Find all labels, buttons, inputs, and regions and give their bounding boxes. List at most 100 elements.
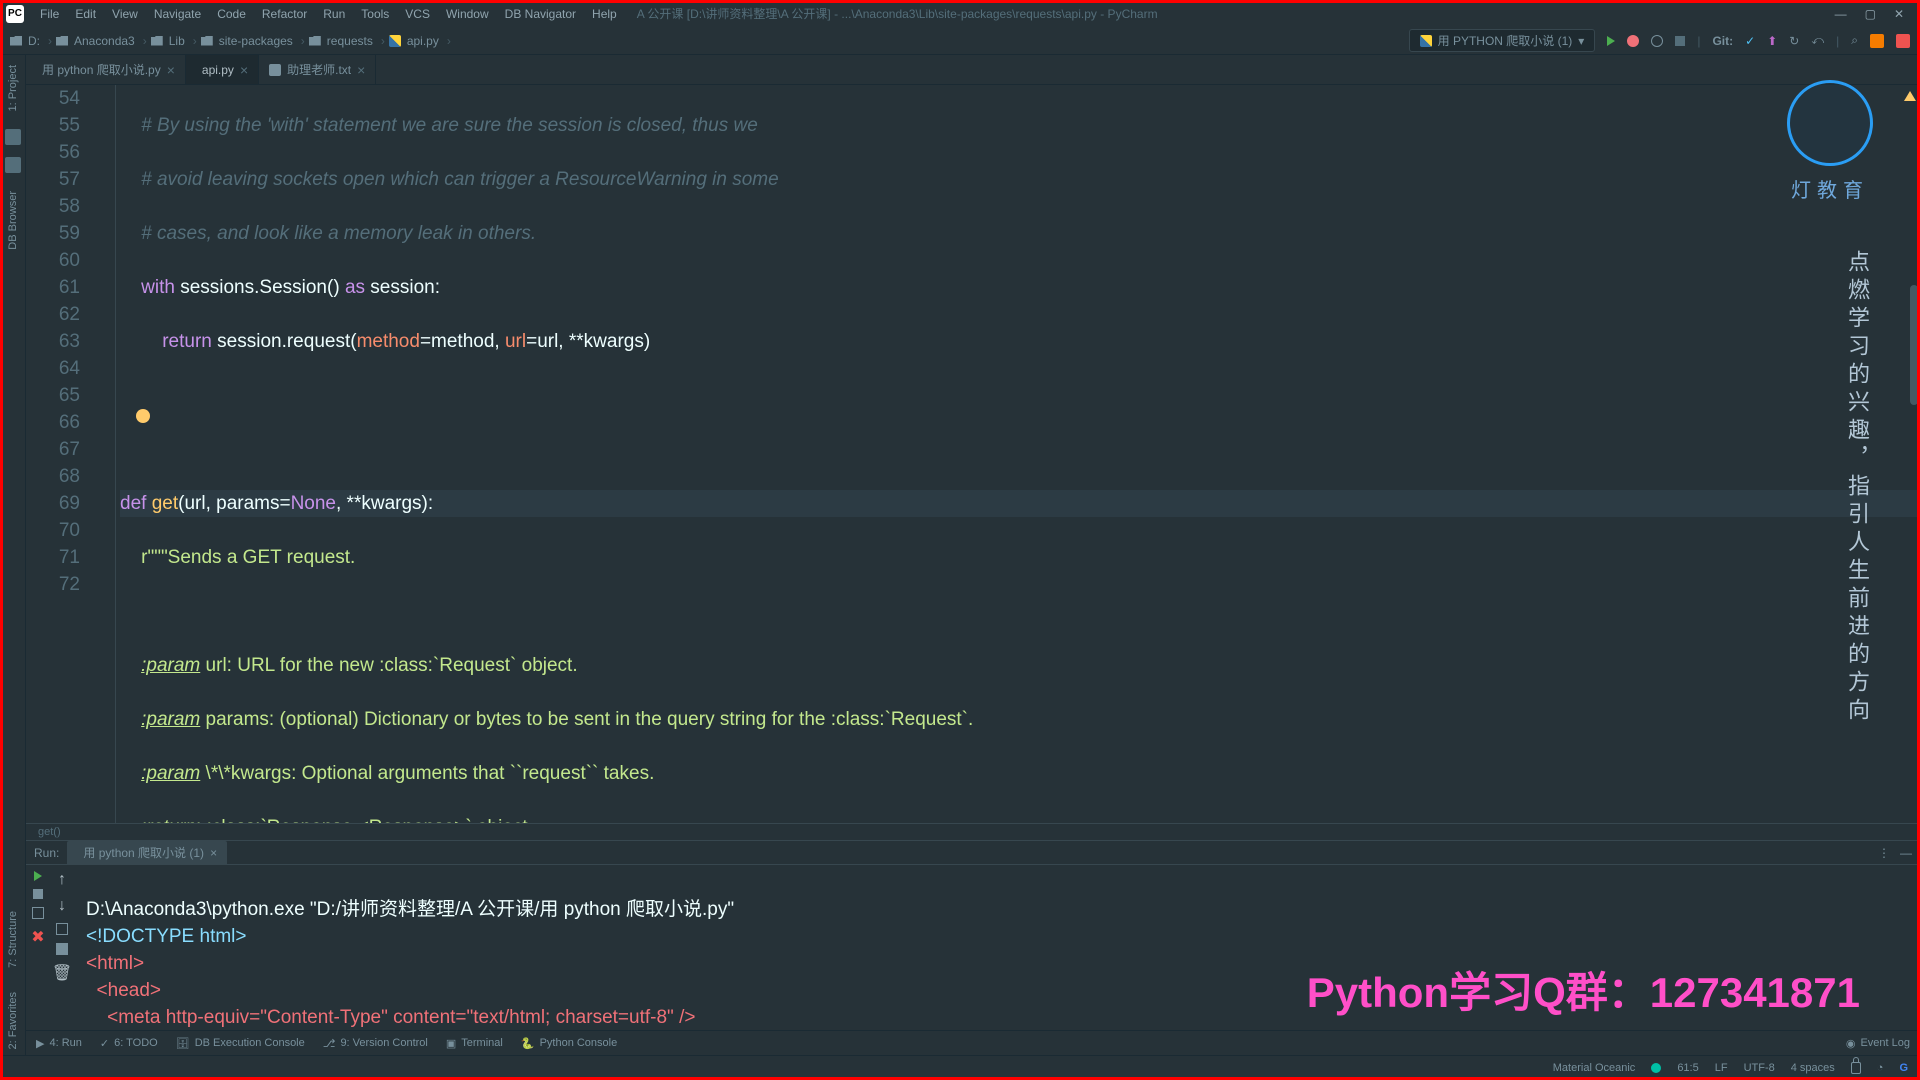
sidebar-tab-favorites[interactable]: 2: Favorites xyxy=(5,986,21,1055)
minimize-panel-icon[interactable]: — xyxy=(1900,846,1912,860)
inspection-icon[interactable]: ◔ xyxy=(1877,1062,1884,1074)
vcs-revert-icon[interactable]: ⤺ xyxy=(1811,33,1824,48)
menu-vcs[interactable]: VCS xyxy=(397,7,438,21)
run-panel-title: Run: xyxy=(34,846,59,860)
run-config-tab[interactable]: 用 python 爬取小说 (1)× xyxy=(67,841,227,864)
close-icon[interactable]: ✕ xyxy=(1894,7,1904,21)
minimize-icon[interactable]: — xyxy=(1835,7,1847,21)
debug-button-icon[interactable] xyxy=(1627,35,1639,47)
tab-api-py[interactable]: api.py× xyxy=(186,55,259,84)
exit-icon[interactable]: ✖ xyxy=(31,927,44,947)
crumb-requests[interactable]: requests xyxy=(309,34,373,48)
stop-button-icon[interactable] xyxy=(1675,36,1685,46)
rerun-icon[interactable] xyxy=(34,871,42,881)
menu-window[interactable]: Window xyxy=(438,7,497,21)
settings-icon[interactable]: ⋮ xyxy=(1878,846,1890,860)
attach-icon[interactable] xyxy=(32,907,44,919)
fold-gutter[interactable] xyxy=(98,85,116,823)
tool-terminal[interactable]: ▣ Terminal xyxy=(446,1037,503,1050)
brand-logo-overlay: 灯教育 xyxy=(1780,80,1880,240)
tool-python-console[interactable]: 🐍 Python Console xyxy=(521,1037,617,1050)
menu-refactor[interactable]: Refactor xyxy=(254,7,315,21)
editor-tabs-bar: 用 python 爬取小说.py× api.py× 助理老师.txt× xyxy=(26,55,1920,85)
tool-todo[interactable]: ✓ 6: TODO xyxy=(100,1037,158,1050)
ide-feature-icon[interactable] xyxy=(1896,34,1910,48)
crumb-drive[interactable]: D: xyxy=(10,34,40,48)
intention-bulb-icon[interactable] xyxy=(136,409,150,423)
editor-scrollbar[interactable] xyxy=(1910,285,1918,405)
menu-view[interactable]: View xyxy=(104,7,146,21)
crumb-file[interactable]: api.py xyxy=(389,34,439,48)
menu-tools[interactable]: Tools xyxy=(353,7,397,21)
folder-icon xyxy=(201,36,213,46)
tool-version-control[interactable]: ⎇ 9: Version Control xyxy=(323,1037,428,1050)
tab-assistant-txt[interactable]: 助理老师.txt× xyxy=(259,55,376,84)
wrap-icon[interactable] xyxy=(56,923,68,935)
search-icon[interactable]: ⌕ xyxy=(1851,33,1858,48)
line-number-gutter: 54555657585960616263646566676869707172 xyxy=(26,85,98,823)
crumb-anaconda[interactable]: Anaconda3 xyxy=(56,34,135,48)
vertical-slogan: 点燃学习的兴趣，指引人生前进的方向 xyxy=(1841,250,1872,726)
bookmark-icon[interactable] xyxy=(5,129,21,145)
folder-icon xyxy=(10,36,22,46)
tool-run[interactable]: ▶ 4: Run xyxy=(36,1037,82,1050)
close-icon[interactable]: × xyxy=(357,62,365,78)
status-encoding[interactable]: UTF-8 xyxy=(1744,1062,1775,1074)
git-label: Git: xyxy=(1712,34,1733,48)
menu-dbnav[interactable]: DB Navigator xyxy=(497,7,584,21)
vcs-history-icon[interactable]: ↻ xyxy=(1789,34,1799,48)
menu-file[interactable]: File xyxy=(32,7,67,21)
title-bar: PC File Edit View Navigate Code Refactor… xyxy=(0,0,1920,27)
close-icon[interactable]: × xyxy=(167,62,175,78)
status-indent[interactable]: 4 spaces xyxy=(1791,1062,1835,1074)
menu-help[interactable]: Help xyxy=(584,7,625,21)
vcs-commit-icon[interactable]: ⬆ xyxy=(1767,34,1777,48)
close-icon[interactable]: × xyxy=(210,846,217,860)
code-content[interactable]: # By using the 'with' statement we are s… xyxy=(116,85,1920,823)
menu-code[interactable]: Code xyxy=(209,7,254,21)
print-icon[interactable] xyxy=(56,943,68,955)
menu-run[interactable]: Run xyxy=(315,7,353,21)
crumb-sitepackages[interactable]: site-packages xyxy=(201,34,293,48)
status-line-sep[interactable]: LF xyxy=(1715,1062,1728,1074)
ide-feature-icon[interactable] xyxy=(1870,34,1884,48)
trash-icon[interactable]: 🗑 xyxy=(52,963,72,983)
structure-icon[interactable] xyxy=(5,157,21,173)
nav-breadcrumb-bar: D: › Anaconda3 › Lib › site-packages › r… xyxy=(0,27,1920,55)
status-caret-pos[interactable]: 61:5 xyxy=(1677,1062,1698,1074)
run-button-icon[interactable] xyxy=(1607,36,1615,46)
run-config-label: 用 PYTHON 爬取小说 (1) xyxy=(1438,32,1573,49)
theme-dot-icon xyxy=(1651,1063,1661,1073)
text-file-icon xyxy=(269,64,281,76)
breadcrumb-context[interactable]: get() xyxy=(26,823,1920,840)
run-config-selector[interactable]: 用 PYTHON 爬取小说 (1) ▾ xyxy=(1409,29,1596,52)
stop-icon[interactable] xyxy=(33,889,43,899)
tool-event-log[interactable]: ◉ Event Log xyxy=(1846,1037,1910,1050)
readonly-lock-icon[interactable] xyxy=(1851,1062,1861,1074)
scroll-up-icon[interactable]: ↑ xyxy=(58,871,66,889)
close-icon[interactable]: × xyxy=(240,62,248,78)
folder-icon xyxy=(309,36,321,46)
menu-navigate[interactable]: Navigate xyxy=(146,7,209,21)
left-tool-sidebar: 1: Project DB Browser 7: Structure 2: Fa… xyxy=(0,55,26,1055)
status-theme[interactable]: Material Oceanic xyxy=(1553,1062,1636,1074)
tab-novel-py[interactable]: 用 python 爬取小说.py× xyxy=(26,55,186,84)
code-editor[interactable]: 54555657585960616263646566676869707172 #… xyxy=(26,85,1920,823)
vcs-update-icon[interactable]: ✓ xyxy=(1745,34,1755,48)
scroll-down-icon[interactable]: ↓ xyxy=(58,897,66,915)
sidebar-tab-project[interactable]: 1: Project xyxy=(5,59,21,117)
warning-indicator-icon[interactable] xyxy=(1904,91,1916,101)
folder-icon xyxy=(56,36,68,46)
brand-circle-icon xyxy=(1787,80,1873,166)
python-file-icon xyxy=(1420,35,1432,47)
coverage-icon[interactable] xyxy=(1651,35,1663,47)
sidebar-tab-dbbrowser[interactable]: DB Browser xyxy=(5,185,21,256)
sidebar-tab-structure[interactable]: 7: Structure xyxy=(5,905,21,974)
menu-edit[interactable]: Edit xyxy=(67,7,104,21)
tool-db-console[interactable]: 🗄 DB Execution Console xyxy=(176,1037,305,1050)
pycharm-logo-icon: PC xyxy=(6,5,24,23)
crumb-lib[interactable]: Lib xyxy=(151,34,185,48)
maximize-icon[interactable]: ▢ xyxy=(1865,7,1876,21)
bottom-tool-bar: ▶ 4: Run ✓ 6: TODO 🗄 DB Execution Consol… xyxy=(26,1030,1920,1055)
google-icon[interactable]: G xyxy=(1899,1062,1908,1074)
